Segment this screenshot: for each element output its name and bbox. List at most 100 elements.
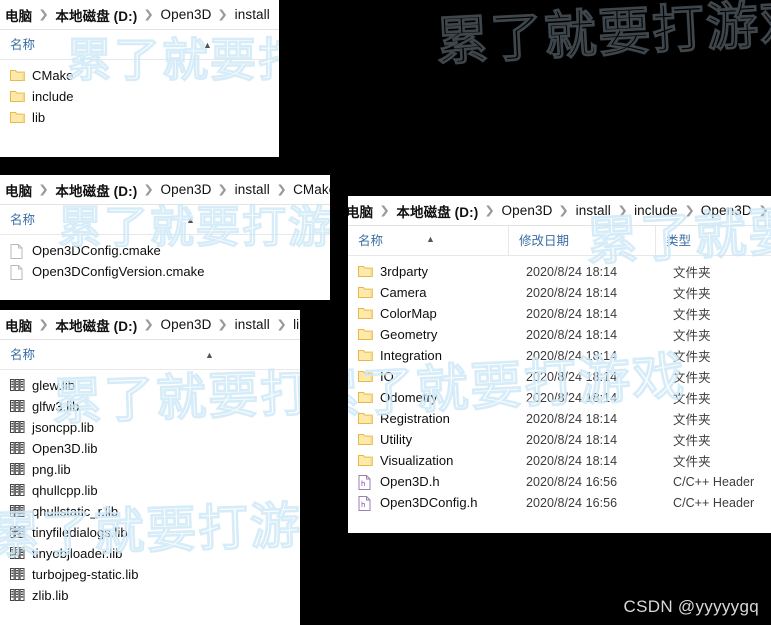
file-name[interactable]: Utility	[373, 432, 526, 447]
breadcrumb-item[interactable]: 电脑	[2, 5, 35, 25]
list-item[interactable]: png.lib	[0, 459, 300, 480]
file-name[interactable]: Open3D.lib	[25, 441, 98, 456]
list-item[interactable]: Open3DConfigVersion.cmake	[0, 261, 330, 282]
file-name[interactable]: qhullstatic_r.lib	[25, 504, 118, 519]
list-item[interactable]: glew.lib	[0, 375, 300, 396]
breadcrumb-item[interactable]: 本地磁盘 (D:)	[393, 201, 481, 221]
file-modified-date: 2020/8/24 16:56	[526, 495, 618, 510]
breadcrumb-item[interactable]: install	[232, 317, 273, 332]
breadcrumb-item[interactable]: 本地磁盘 (D:)	[52, 180, 140, 200]
breadcrumb-item[interactable]: Open3D	[158, 7, 215, 22]
table-row[interactable]: Registration 2020/8/24 18:14 文件夹	[348, 408, 771, 429]
file-name[interactable]: png.lib	[25, 462, 71, 477]
file-name[interactable]: ColorMap	[373, 306, 526, 321]
list-item[interactable]: CMake	[0, 65, 279, 86]
list-item[interactable]: tinyobjloader.lib	[0, 543, 300, 564]
file-name[interactable]: Open3DConfigVersion.cmake	[25, 264, 205, 279]
lib-file-icon	[10, 504, 25, 519]
file-name[interactable]: Open3D.h	[373, 474, 526, 489]
folder-icon	[358, 433, 373, 447]
file-name[interactable]: Registration	[373, 411, 526, 426]
breadcrumb-lib[interactable]: 电脑 ❯ 本地磁盘 (D:) ❯ Open3D ❯ install ❯ lib	[0, 310, 300, 340]
explorer-window-install[interactable]: 电脑 ❯ 本地磁盘 (D:) ❯ Open3D ❯ install 名称 ▲ C…	[0, 0, 279, 157]
explorer-window-include-open3d[interactable]: 电脑 ❯ 本地磁盘 (D:) ❯ Open3D ❯ install ❯ incl…	[348, 196, 771, 533]
list-item[interactable]: glfw3.lib	[0, 396, 300, 417]
file-name[interactable]: jsoncpp.lib	[25, 420, 94, 435]
breadcrumb-item[interactable]: Open3D	[158, 182, 215, 197]
table-row[interactable]: Geometry 2020/8/24 18:14 文件夹	[348, 324, 771, 345]
file-name[interactable]: include	[25, 89, 74, 104]
file-name[interactable]: Geometry	[373, 327, 526, 342]
breadcrumb-item[interactable]: install	[232, 182, 273, 197]
breadcrumb-item[interactable]: install	[573, 203, 614, 218]
table-row[interactable]: ColorMap 2020/8/24 18:14 文件夹	[348, 303, 771, 324]
file-name[interactable]: Camera	[373, 285, 526, 300]
file-name[interactable]: turbojpeg-static.lib	[25, 567, 139, 582]
lib-file-icon	[10, 483, 25, 498]
explorer-window-cmake[interactable]: 电脑 ❯ 本地磁盘 (D:) ❯ Open3D ❯ install ❯ CMak…	[0, 175, 330, 300]
table-row[interactable]: Visualization 2020/8/24 18:14 文件夹	[348, 450, 771, 471]
column-header-type[interactable]: 类型	[655, 225, 771, 256]
file-name[interactable]: Open3DConfig.h	[373, 495, 526, 510]
breadcrumb-item[interactable]: 电脑	[2, 315, 35, 335]
file-name[interactable]: Visualization	[373, 453, 526, 468]
breadcrumb-include-open3d[interactable]: 电脑 ❯ 本地磁盘 (D:) ❯ Open3D ❯ install ❯ incl…	[348, 196, 771, 226]
breadcrumb-item[interactable]: 电脑	[348, 201, 376, 221]
folder-icon	[358, 328, 373, 342]
breadcrumb-item[interactable]: 电脑	[2, 180, 35, 200]
file-name[interactable]: qhullcpp.lib	[25, 483, 98, 498]
breadcrumb-item[interactable]: include	[631, 203, 680, 218]
table-row[interactable]: Utility 2020/8/24 18:14 文件夹	[348, 429, 771, 450]
explorer-window-lib[interactable]: 电脑 ❯ 本地磁盘 (D:) ❯ Open3D ❯ install ❯ lib …	[0, 310, 300, 625]
column-header-row[interactable]: 名称 ▲	[0, 340, 300, 370]
list-item[interactable]: lib	[0, 107, 279, 128]
column-header-row[interactable]: 名称 修改日期 类型 ▲	[348, 225, 771, 256]
file-name[interactable]: IO	[373, 369, 526, 384]
list-item[interactable]: tinyfiledialogs.lib	[0, 522, 300, 543]
file-name[interactable]: glfw3.lib	[25, 399, 79, 414]
list-item[interactable]: qhullcpp.lib	[0, 480, 300, 501]
breadcrumb-item[interactable]: Open3D	[698, 203, 755, 218]
file-name[interactable]: Integration	[373, 348, 526, 363]
column-header-date[interactable]: 修改日期	[508, 225, 655, 256]
table-row[interactable]: IO 2020/8/24 18:14 文件夹	[348, 366, 771, 387]
column-header-name[interactable]: 名称	[0, 30, 269, 60]
breadcrumb-install[interactable]: 电脑 ❯ 本地磁盘 (D:) ❯ Open3D ❯ install	[0, 0, 279, 30]
list-item[interactable]: qhullstatic_r.lib	[0, 501, 300, 522]
table-row[interactable]: Odometry 2020/8/24 18:14 文件夹	[348, 387, 771, 408]
file-name[interactable]: Open3DConfig.cmake	[25, 243, 161, 258]
column-header-name[interactable]: 名称	[0, 205, 320, 235]
file-name[interactable]: tinyfiledialogs.lib	[25, 525, 128, 540]
column-header-row[interactable]: 名称 ▲	[0, 205, 330, 235]
table-row[interactable]: h Open3D.h 2020/8/24 16:56 C/C++ Header	[348, 471, 771, 492]
file-name[interactable]: 3rdparty	[373, 264, 526, 279]
list-item[interactable]: Open3DConfig.cmake	[0, 240, 330, 261]
column-header-name[interactable]: 名称	[0, 340, 290, 370]
breadcrumb-item[interactable]: Open3D	[499, 203, 556, 218]
file-name[interactable]: CMake	[25, 68, 73, 83]
file-name[interactable]: zlib.lib	[25, 588, 69, 603]
breadcrumb-item[interactable]: Open3D	[158, 317, 215, 332]
table-row[interactable]: 3rdparty 2020/8/24 18:14 文件夹	[348, 261, 771, 282]
list-item[interactable]: turbojpeg-static.lib	[0, 564, 300, 585]
list-item[interactable]: include	[0, 86, 279, 107]
list-item[interactable]: Open3D.lib	[0, 438, 300, 459]
table-row[interactable]: h Open3DConfig.h 2020/8/24 16:56 C/C++ Head…	[348, 492, 771, 513]
lib-file-icon	[10, 420, 25, 435]
breadcrumb-item[interactable]: CMake	[290, 182, 330, 197]
breadcrumb-item[interactable]: 本地磁盘 (D:)	[52, 5, 140, 25]
table-row[interactable]: Integration 2020/8/24 18:14 文件夹	[348, 345, 771, 366]
breadcrumb-item[interactable]: lib	[290, 317, 300, 332]
table-row[interactable]: Camera 2020/8/24 18:14 文件夹	[348, 282, 771, 303]
lib-file-icon	[10, 399, 25, 414]
list-item[interactable]: zlib.lib	[0, 585, 300, 606]
file-name[interactable]: tinyobjloader.lib	[25, 546, 122, 561]
file-name[interactable]: Odometry	[373, 390, 526, 405]
file-name[interactable]: lib	[25, 110, 45, 125]
file-name[interactable]: glew.lib	[25, 378, 75, 393]
breadcrumb-item[interactable]: 本地磁盘 (D:)	[52, 315, 140, 335]
column-header-row[interactable]: 名称 ▲	[0, 30, 279, 60]
breadcrumb-item[interactable]: install	[232, 7, 273, 22]
breadcrumb-cmake[interactable]: 电脑 ❯ 本地磁盘 (D:) ❯ Open3D ❯ install ❯ CMak…	[0, 175, 330, 205]
list-item[interactable]: jsoncpp.lib	[0, 417, 300, 438]
